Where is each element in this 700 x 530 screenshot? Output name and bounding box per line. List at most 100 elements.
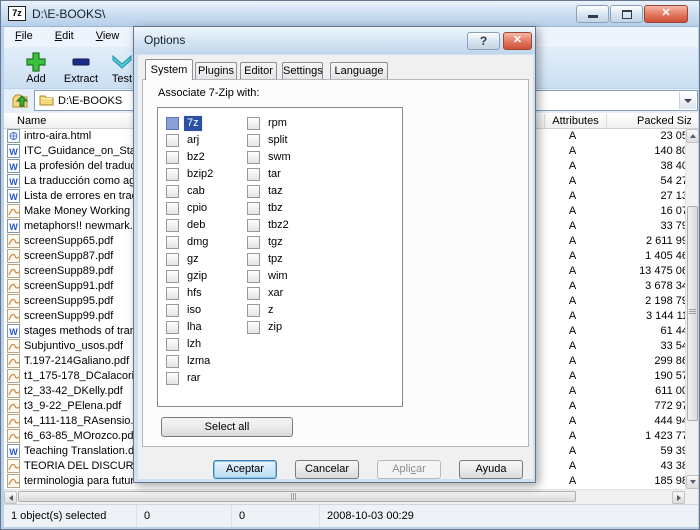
address-dropdown-button[interactable] (679, 92, 696, 109)
checkbox-rar[interactable] (166, 372, 179, 385)
checkbox-cab[interactable] (166, 185, 179, 198)
cancelar-button[interactable]: Cancelar (295, 460, 359, 479)
file-packed-size: 3 678 34 (580, 280, 685, 292)
checkbox-deb[interactable] (166, 219, 179, 232)
dialog-title: Options (144, 33, 185, 47)
file-name: ITC_Guidance_on_Standa (24, 145, 135, 157)
checkbox-z[interactable] (247, 304, 260, 317)
menu-view[interactable]: View (85, 27, 131, 47)
scroll-right-button[interactable] (672, 491, 685, 504)
horizontal-scroll-thumb[interactable] (18, 491, 576, 502)
vertical-scroll-thumb[interactable] (687, 206, 698, 421)
tab-settings[interactable]: Settings (282, 62, 323, 80)
menu-file[interactable]: File (4, 27, 44, 47)
7zip-app-icon: 7z (8, 6, 26, 21)
scrollbar-corner (685, 489, 698, 504)
pdf-file-icon (7, 399, 21, 413)
file-packed-size: 2 198 79 (580, 295, 685, 307)
svg-text:W: W (9, 447, 18, 457)
checkbox-dmg[interactable] (166, 236, 179, 249)
file-packed-size: 1 423 77 (580, 430, 685, 442)
file-packed-size: 33 54 (580, 340, 685, 352)
horizontal-scrollbar[interactable] (4, 489, 685, 504)
up-one-level-button[interactable] (6, 90, 33, 111)
file-packed-size: 2 611 99 (580, 235, 685, 247)
checkbox-gz[interactable] (166, 253, 179, 266)
tab-language[interactable]: Language (330, 62, 388, 80)
checkbox-taz[interactable] (247, 185, 260, 198)
file-name: t4_111-118_RAsensio.pd (24, 415, 135, 427)
file-name: La traducción como agen (24, 175, 135, 187)
checkbox-cpio[interactable] (166, 202, 179, 215)
checkbox-lzma[interactable] (166, 355, 179, 368)
associate-label: Associate 7-Zip with: (158, 87, 259, 99)
aceptar-button[interactable]: Aceptar (213, 460, 277, 479)
dialog-close-button[interactable]: ✕ (503, 32, 532, 50)
file-name: La profesión del traducto (24, 160, 135, 172)
scroll-left-button[interactable] (4, 491, 17, 504)
checkbox-lzh[interactable] (166, 338, 179, 351)
checkbox-tbz[interactable] (247, 202, 260, 215)
checkbox-tbz2[interactable] (247, 219, 260, 232)
html-file-icon (7, 129, 21, 143)
extension-label: rar (184, 371, 203, 386)
file-packed-size: 13 475 06 (580, 265, 685, 277)
toolbar-add-button[interactable]: Add (16, 50, 56, 87)
checkbox-gzip[interactable] (166, 270, 179, 283)
minimize-icon (588, 15, 598, 18)
column-header-packed-size[interactable]: Packed Size (637, 115, 691, 127)
column-divider[interactable] (606, 114, 607, 128)
file-name: t2_33-42_DKelly.pdf (24, 385, 135, 397)
word-file-icon: W (7, 174, 21, 188)
tab-editor[interactable]: Editor (240, 62, 277, 80)
checkbox-bzip2[interactable] (166, 168, 179, 181)
extensions-listbox[interactable]: 7zarjbz2bzip2cabcpiodebdmggzgziphfsisolh… (157, 107, 403, 407)
checkbox-wim[interactable] (247, 270, 260, 283)
tab-plugins[interactable]: Plugins (195, 62, 237, 80)
extension-label: lha (184, 320, 205, 335)
dialog-help-button[interactable]: ? (467, 32, 500, 50)
extension-label: taz (265, 184, 286, 199)
checkbox-bz2[interactable] (166, 151, 179, 164)
add-icon (16, 51, 56, 73)
thumb-grip (689, 309, 696, 310)
checkbox-swm[interactable] (247, 151, 260, 164)
checkbox-iso[interactable] (166, 304, 179, 317)
checkbox-xar[interactable] (247, 287, 260, 300)
column-header-name[interactable]: Name (17, 115, 46, 127)
checkbox-7z[interactable] (166, 117, 179, 130)
close-button[interactable]: ✕ (644, 5, 688, 23)
select-all-button[interactable]: Select all (161, 417, 293, 437)
toolbar-extract-button[interactable]: Extract (58, 50, 104, 87)
status-panel: 0 (137, 505, 232, 527)
scroll-down-button[interactable] (686, 475, 699, 489)
file-packed-size: 38 40 (580, 160, 685, 172)
file-packed-size: 611 00 (580, 385, 685, 397)
checkbox-lha[interactable] (166, 321, 179, 334)
minimize-button[interactable] (576, 5, 609, 23)
checkbox-tgz[interactable] (247, 236, 260, 249)
checkbox-rpm[interactable] (247, 117, 260, 130)
triangle-up-icon (690, 134, 696, 138)
ayuda-button[interactable]: Ayuda (459, 460, 523, 479)
checkbox-tpz[interactable] (247, 253, 260, 266)
checkbox-split[interactable] (247, 134, 260, 147)
vertical-scrollbar[interactable] (685, 129, 698, 489)
scroll-up-button[interactable] (686, 129, 699, 143)
svg-text:W: W (9, 162, 18, 172)
checkbox-hfs[interactable] (166, 287, 179, 300)
file-name: TEORIA DEL DISCURSO.p (24, 460, 135, 472)
triangle-right-icon (677, 495, 681, 501)
checkbox-zip[interactable] (247, 321, 260, 334)
file-name: screenSupp65.pdf (24, 235, 135, 247)
checkbox-arj[interactable] (166, 134, 179, 147)
extension-label: z (265, 303, 277, 318)
menu-edit[interactable]: Edit (44, 27, 85, 47)
column-header-attributes[interactable]: Attributes (545, 115, 606, 127)
tab-system[interactable]: System (145, 59, 193, 80)
checkbox-tar[interactable] (247, 168, 260, 181)
extension-label: lzma (184, 354, 213, 369)
extension-label: zip (265, 320, 285, 335)
extension-label: tbz (265, 201, 286, 216)
maximize-button[interactable] (610, 5, 643, 23)
